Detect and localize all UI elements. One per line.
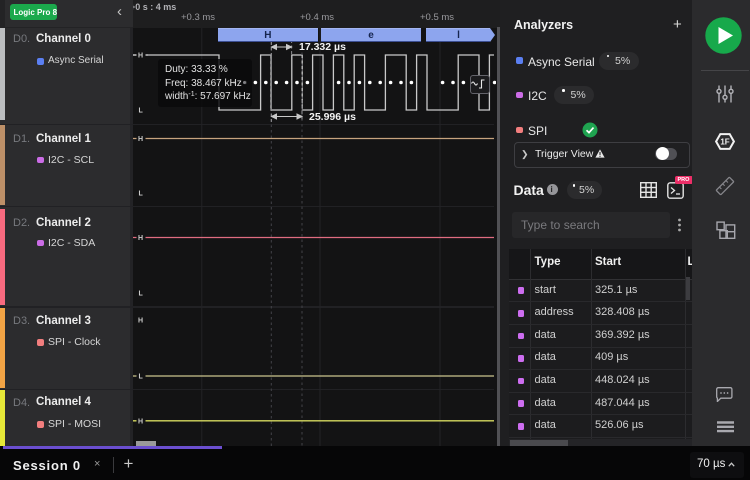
svg-text:L: L [139,191,144,198]
svg-text:H: H [138,418,143,425]
svg-text:1F: 1F [720,137,729,146]
svg-text:H: H [138,235,143,242]
svg-text:L: L [139,374,144,381]
svg-text:H: H [138,53,143,60]
svg-text:L: L [139,291,144,298]
svg-text:H: H [138,318,143,325]
svg-text:H: H [138,136,143,143]
svg-text:L: L [139,108,144,115]
